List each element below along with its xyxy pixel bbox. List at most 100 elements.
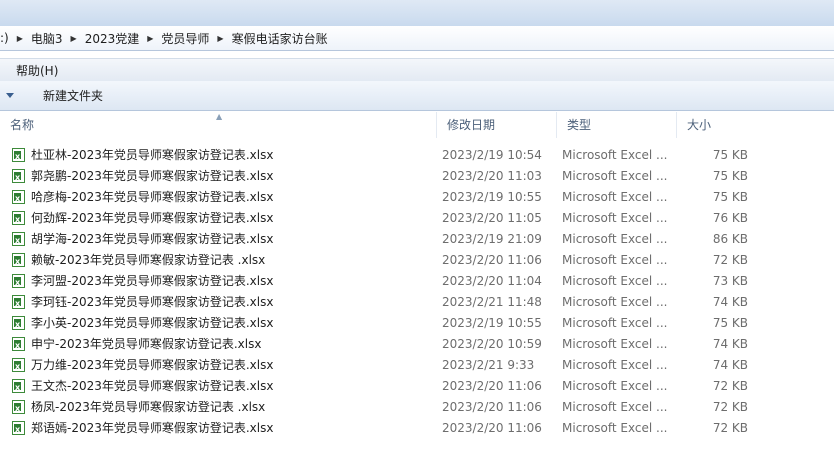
file-size: 73 KB (712, 274, 748, 288)
excel-file-icon (12, 377, 25, 398)
file-date-modified: 2023/2/20 11:05 (442, 211, 542, 225)
file-type: Microsoft Excel ... (562, 211, 668, 225)
excel-file-icon (12, 209, 25, 230)
excel-file-icon (12, 293, 25, 314)
file-row[interactable]: 李珂钰-2023年党员导师寒假家访登记表.xlsx 2023/2/21 11:48… (0, 292, 834, 314)
file-name: 李小英-2023年党员导师寒假家访登记表.xlsx (31, 316, 274, 330)
address-bar[interactable]: :) ▶ 电脑3 ▶ 2023党建 ▶ 党员导师 ▶ 寒假电话家访台账 (0, 26, 834, 51)
excel-file-icon (12, 314, 25, 335)
breadcrumb-item-current-folder[interactable]: 寒假电话家访台账 (226, 30, 334, 47)
window-titlebar (0, 0, 834, 27)
file-row[interactable]: 万力维-2023年党员导师寒假家访登记表.xlsx 2023/2/21 9:33 M… (0, 355, 834, 377)
menu-help[interactable]: 帮助(H) (0, 62, 74, 79)
file-type: Microsoft Excel ... (562, 295, 668, 309)
file-type: Microsoft Excel ... (562, 232, 668, 246)
file-row[interactable]: 郑语嫣-2023年党员导师寒假家访登记表.xlsx 2023/2/20 11:06… (0, 418, 834, 440)
column-name[interactable]: 名称 (0, 112, 436, 138)
breadcrumb-item-party-mentor[interactable]: 党员导师 (155, 30, 215, 47)
column-size[interactable]: 大小 (676, 112, 756, 138)
file-date-modified: 2023/2/19 10:55 (442, 316, 542, 330)
file-size: 72 KB (712, 421, 748, 435)
file-date-modified: 2023/2/20 11:04 (442, 274, 542, 288)
excel-file-icon (12, 419, 25, 440)
file-size: 74 KB (712, 295, 748, 309)
file-row[interactable]: 赖敏-2023年党员导师寒假家访登记表 .xlsx 2023/2/20 11:06… (0, 250, 834, 272)
chevron-right-icon[interactable]: ▶ (145, 34, 155, 43)
file-size: 75 KB (712, 169, 748, 183)
excel-file-icon (12, 335, 25, 356)
file-type: Microsoft Excel ... (562, 400, 668, 414)
file-date-modified: 2023/2/20 11:06 (442, 400, 542, 414)
file-name: 万力维-2023年党员导师寒假家访登记表.xlsx (31, 358, 274, 372)
file-size: 75 KB (712, 316, 748, 330)
file-type: Microsoft Excel ... (562, 190, 668, 204)
file-name: 郭尧鹏-2023年党员导师寒假家访登记表.xlsx (31, 169, 274, 183)
file-type: Microsoft Excel ... (562, 316, 668, 330)
file-name: 杜亚林-2023年党员导师寒假家访登记表.xlsx (31, 148, 274, 162)
file-row[interactable]: 何劲辉-2023年党员导师寒假家访登记表.xlsx 2023/2/20 11:05… (0, 208, 834, 230)
file-type: Microsoft Excel ... (562, 169, 668, 183)
new-folder-button[interactable]: 新建文件夹 (43, 87, 103, 104)
file-name: 哈彦梅-2023年党员导师寒假家访登记表.xlsx (31, 190, 274, 204)
file-row[interactable]: 杨凤-2023年党员导师寒假家访登记表 .xlsx 2023/2/20 11:06… (0, 397, 834, 419)
file-size: 86 KB (712, 232, 748, 246)
breadcrumb-lead: :) (0, 31, 9, 45)
file-row[interactable]: 杜亚林-2023年党员导师寒假家访登记表.xlsx 2023/2/19 10:54… (0, 145, 834, 167)
file-name: 郑语嫣-2023年党员导师寒假家访登记表.xlsx (31, 421, 274, 435)
file-row[interactable]: 申宁-2023年党员导师寒假家访登记表.xlsx 2023/2/20 10:59 M… (0, 334, 834, 356)
file-type: Microsoft Excel ... (562, 274, 668, 288)
command-bar: 新建文件夹 (0, 81, 834, 111)
file-row[interactable]: 李河盟-2023年党员导师寒假家访登记表.xlsx 2023/2/20 11:04… (0, 271, 834, 293)
file-name: 赖敏-2023年党员导师寒假家访登记表 .xlsx (31, 253, 266, 267)
file-name: 杨凤-2023年党员导师寒假家访登记表 .xlsx (31, 400, 266, 414)
file-name: 胡学海-2023年党员导师寒假家访登记表.xlsx (31, 232, 274, 246)
file-size: 75 KB (712, 190, 748, 204)
chevron-right-icon[interactable]: ▶ (15, 34, 25, 43)
file-name: 李珂钰-2023年党员导师寒假家访登记表.xlsx (31, 295, 274, 309)
file-type: Microsoft Excel ... (562, 379, 668, 393)
breadcrumb-item-computer[interactable]: 电脑3 (25, 30, 69, 47)
file-date-modified: 2023/2/19 10:55 (442, 190, 542, 204)
breadcrumb-item-party-building[interactable]: 2023党建 (79, 30, 146, 47)
file-name: 申宁-2023年党员导师寒假家访登记表.xlsx (31, 337, 262, 351)
excel-file-icon (12, 188, 25, 209)
file-type: Microsoft Excel ... (562, 421, 668, 435)
organize-dropdown-icon[interactable] (6, 93, 14, 98)
file-size: 72 KB (712, 253, 748, 267)
file-size: 72 KB (712, 400, 748, 414)
file-size: 72 KB (712, 379, 748, 393)
file-row[interactable]: 李小英-2023年党员导师寒假家访登记表.xlsx 2023/2/19 10:55… (0, 313, 834, 335)
file-list: 杜亚林-2023年党员导师寒假家访登记表.xlsx 2023/2/19 10:54… (0, 145, 834, 440)
file-size: 76 KB (712, 211, 748, 225)
file-type: Microsoft Excel ... (562, 253, 668, 267)
file-name: 李河盟-2023年党员导师寒假家访登记表.xlsx (31, 274, 274, 288)
column-date-modified[interactable]: 修改日期 (436, 112, 556, 138)
file-row[interactable]: 哈彦梅-2023年党员导师寒假家访登记表.xlsx 2023/2/19 10:55… (0, 187, 834, 209)
column-header: ▲ 名称 修改日期 类型 大小 (0, 112, 834, 138)
file-row[interactable]: 王文杰-2023年党员导师寒假家访登记表.xlsx 2023/2/20 11:06… (0, 376, 834, 398)
file-date-modified: 2023/2/21 9:33 (442, 358, 535, 372)
file-date-modified: 2023/2/20 11:06 (442, 379, 542, 393)
excel-file-icon (12, 398, 25, 419)
file-date-modified: 2023/2/20 11:03 (442, 169, 542, 183)
chevron-right-icon[interactable]: ▶ (215, 34, 225, 43)
file-type: Microsoft Excel ... (562, 358, 668, 372)
file-name: 何劲辉-2023年党员导师寒假家访登记表.xlsx (31, 211, 274, 225)
file-row[interactable]: 郭尧鹏-2023年党员导师寒假家访登记表.xlsx 2023/2/20 11:03… (0, 166, 834, 188)
file-date-modified: 2023/2/19 21:09 (442, 232, 542, 246)
column-type[interactable]: 类型 (556, 112, 676, 138)
file-type: Microsoft Excel ... (562, 337, 668, 351)
file-date-modified: 2023/2/21 11:48 (442, 295, 542, 309)
file-row[interactable]: 胡学海-2023年党员导师寒假家访登记表.xlsx 2023/2/19 21:09… (0, 229, 834, 251)
file-size: 74 KB (712, 358, 748, 372)
file-date-modified: 2023/2/20 11:06 (442, 253, 542, 267)
file-name: 王文杰-2023年党员导师寒假家访登记表.xlsx (31, 379, 274, 393)
excel-file-icon (12, 272, 25, 293)
chevron-right-icon[interactable]: ▶ (69, 34, 79, 43)
file-date-modified: 2023/2/19 10:54 (442, 148, 542, 162)
excel-file-icon (12, 167, 25, 188)
file-date-modified: 2023/2/20 11:06 (442, 421, 542, 435)
file-type: Microsoft Excel ... (562, 148, 668, 162)
excel-file-icon (12, 146, 25, 167)
file-size: 74 KB (712, 337, 748, 351)
